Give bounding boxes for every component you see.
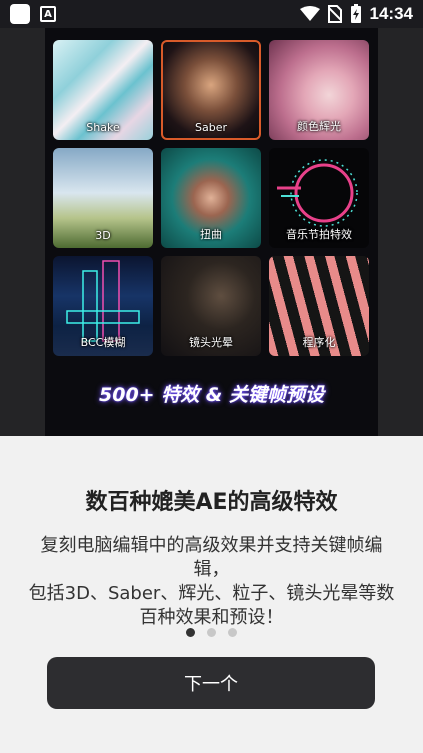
- effect-tile-music-beat: 音乐节拍特效: [269, 148, 369, 248]
- effect-tile-lens-flare: 镜头光晕: [161, 256, 261, 356]
- description-line: 包括3D、Saber、辉光、粒子、镜头光晕等数: [28, 583, 395, 604]
- effect-label: Shake: [86, 121, 120, 134]
- page-description: 复刻电脑编辑中的高级效果并支持关键帧编 辑， 包括3D、Saber、辉光、粒子、…: [10, 534, 413, 630]
- description-line: 复刻电脑编辑中的高级效果并支持关键帧编: [40, 535, 383, 556]
- effect-label: Saber: [195, 121, 227, 134]
- next-button[interactable]: 下一个: [47, 657, 375, 709]
- effects-preview-panel: Shake Saber 颜色辉光 3D 扭曲 音乐节拍特效 BCC模糊 镜头光晕…: [45, 28, 378, 436]
- page-title: 数百种媲美AE的高级特效: [85, 490, 338, 515]
- effect-label: 颜色辉光: [297, 120, 341, 133]
- effect-tile-twist: 扭曲: [161, 148, 261, 248]
- next-button-label: 下一个: [184, 674, 238, 695]
- page-indicator: [0, 628, 423, 637]
- effects-grid: Shake Saber 颜色辉光 3D 扭曲 音乐节拍特效 BCC模糊 镜头光晕…: [53, 40, 370, 356]
- description-line: 辑，: [193, 559, 230, 580]
- no-sim-icon: [327, 5, 342, 23]
- wifi-icon: [299, 6, 320, 21]
- effect-tile-color-glow: 颜色辉光: [269, 40, 369, 140]
- effect-tile-procedural: 程序化: [269, 256, 369, 356]
- page-dot: [228, 628, 237, 637]
- effect-label: BCC模糊: [80, 336, 126, 349]
- status-bar: A 14:34: [0, 0, 423, 28]
- battery-charging-icon: [350, 4, 361, 23]
- effect-tile-shake: Shake: [53, 40, 153, 140]
- effects-banner: 500+ 特效 & 关键帧预设: [99, 384, 324, 406]
- status-time: 14:34: [369, 4, 413, 23]
- effect-label: 音乐节拍特效: [286, 228, 352, 241]
- page-dot: [207, 628, 216, 637]
- effect-label: 3D: [95, 229, 111, 242]
- description-line: 百种效果和预设！: [139, 607, 284, 628]
- page-dot-active: [186, 628, 195, 637]
- onboarding-hero: Shake Saber 颜色辉光 3D 扭曲 音乐节拍特效 BCC模糊 镜头光晕…: [0, 28, 423, 436]
- effect-label: 镜头光晕: [189, 336, 233, 349]
- notification-app-icon: [10, 4, 30, 24]
- effect-tile-3d: 3D: [53, 148, 153, 248]
- effect-tile-bcc-blur: BCC模糊: [53, 256, 153, 356]
- effect-label: 扭曲: [200, 228, 222, 241]
- effect-tile-saber: Saber: [161, 40, 261, 140]
- effect-label: 程序化: [302, 336, 336, 349]
- a-app-icon: A: [40, 6, 56, 22]
